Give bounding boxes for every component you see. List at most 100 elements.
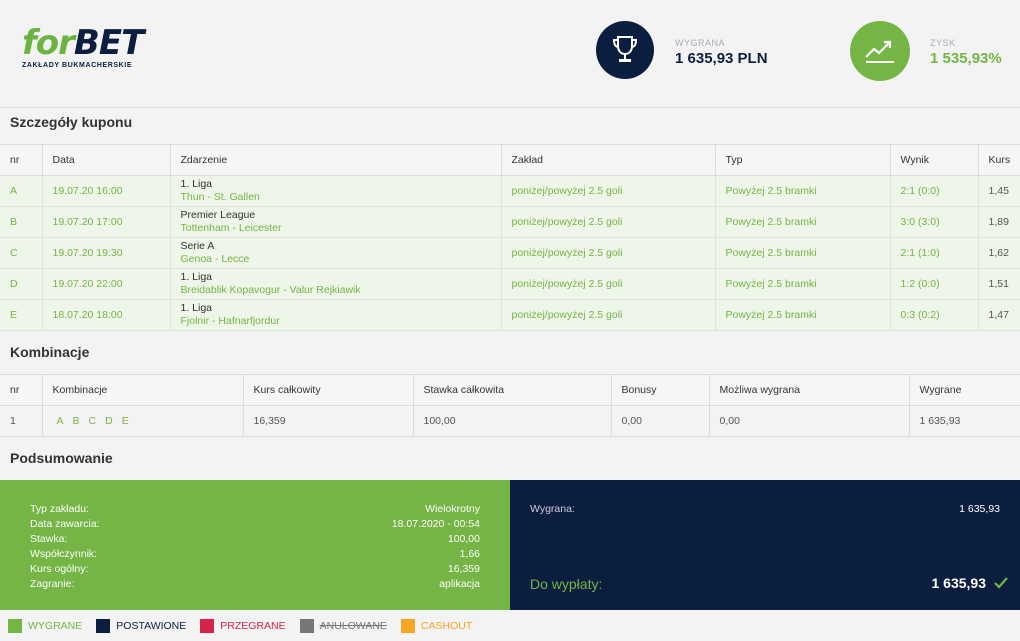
row-bet: poniżej/powyżej 2.5 goli [501, 299, 716, 331]
coupon-header-row: nr Data Zdarzenie Zakład Typ Wynik Kurs [0, 144, 1020, 176]
legend-swatch [299, 618, 314, 633]
legend-placed: POSTAWIONE [96, 618, 186, 633]
comb-letter: D [105, 415, 113, 427]
header: forBET ZAKŁADY BUKMACHERSKIE WYGRANA 1 6… [0, 0, 1020, 108]
legend-lost: PRZEGRANE [200, 618, 286, 633]
row-result: 0:3 (0:2) [890, 299, 979, 331]
summary-value: Wielokrotny [425, 503, 480, 515]
combinations-table: nr Kombinacje Kurs całkowity Stawka całk… [0, 374, 1020, 437]
table-row: A 19.07.20 16:00 1. Liga Thun - St. Galle… [0, 175, 1020, 207]
trophy-icon [596, 21, 654, 79]
comb-nr: 1 [0, 405, 43, 437]
row-date: 18.07.20 18:00 [42, 299, 171, 331]
row-odds: 1,51 [978, 268, 1020, 300]
event-league: Premier League [180, 209, 256, 221]
summary-label: Stawka: [30, 533, 68, 545]
profit-label: ZYSK [930, 38, 956, 48]
comb-letter: A [56, 415, 64, 427]
payout-label: Do wypłaty: [530, 576, 603, 592]
summary-row: Data zawarcia: 18.07.2020 - 00:54 [30, 517, 480, 532]
row-nr: D [0, 268, 43, 300]
coupon-table: nr Data Zdarzenie Zakład Typ Wynik Kurs … [0, 144, 1020, 331]
event-league: 1. Liga [180, 178, 213, 190]
col-nr: nr [0, 144, 43, 176]
row-date: 19.07.20 17:00 [42, 206, 171, 238]
comb-letter: E [121, 415, 129, 427]
event-teams[interactable]: Fjolnir - Hafnarfjordur [181, 315, 501, 328]
row-bet: poniżej/powyżej 2.5 goli [501, 237, 716, 269]
summary-title: Podsumowanie [10, 450, 113, 466]
summary-row: Stawka: 100,00 [30, 532, 480, 547]
table-row: D 19.07.20 22:00 1. Liga Breidablik Kopav… [0, 268, 1020, 300]
table-row: C 19.07.20 19:30 Serie A Genoa - Lecce po… [0, 237, 1020, 269]
col-nr: nr [0, 374, 43, 406]
row-event: 1. Liga Breidablik Kopavogur - Valur Rejk… [170, 268, 502, 300]
legend-swatch [400, 618, 415, 633]
event-teams[interactable]: Tottenham - Leicester [181, 222, 501, 235]
legend-label: CASHOUT [420, 619, 473, 632]
row-odds: 1,62 [978, 237, 1020, 269]
comb-letter: C [88, 415, 97, 427]
row-type: Powyżej 2.5 bramki [715, 206, 891, 238]
legend-swatch [8, 618, 22, 633]
legend-label: WYGRANE [28, 619, 83, 632]
row-result: 2:1 (0:0) [890, 175, 979, 207]
summary-value: aplikacja [439, 578, 480, 590]
legend-won: WYGRANE [8, 618, 83, 633]
payout-value: 1 635,93 [931, 575, 987, 591]
event-league: 1. Liga [180, 302, 213, 314]
trend-up-icon [850, 21, 910, 81]
col-event: Zdarzenie [170, 144, 502, 176]
row-result: 1:2 (0:0) [890, 268, 979, 300]
row-nr: A [0, 175, 43, 207]
summary-details: Typ zakładu: Wielokrotny Data zawarcia: 18… [0, 480, 510, 610]
summary-row: Zagranie: aplikacja [30, 577, 480, 592]
summary-value: 16,359 [447, 563, 480, 575]
coupon-title: Szczegóły kuponu [10, 114, 133, 130]
legend-label: PRZEGRANE [220, 619, 286, 632]
row-nr: C [0, 237, 43, 269]
col-total-odds: Kurs całkowity [243, 374, 414, 406]
comb-won: 1 635,93 [909, 405, 1020, 437]
event-teams[interactable]: Breidablik Kopavogur - Valur Rejkiawik [181, 284, 501, 297]
legend-swatch [200, 618, 215, 633]
event-teams[interactable]: Genoa - Lecce [181, 253, 501, 266]
legend-label: ANULOWANE [319, 619, 387, 632]
row-nr: E [0, 299, 43, 331]
summary-label: Data zawarcia: [30, 518, 100, 530]
brand-name: forBET [22, 23, 144, 63]
summary-label: Zagranie: [30, 578, 75, 590]
row-nr: B [0, 206, 43, 238]
summary-value: 18.07.2020 - 00:54 [391, 518, 480, 530]
table-row: 1 ABCDE 16,359 100,00 0,00 0,00 1 635,93 [0, 405, 1020, 437]
col-odds: Kurs [978, 144, 1020, 176]
row-odds: 1,89 [978, 206, 1020, 238]
event-teams[interactable]: Thun - St. Gallen [181, 191, 501, 204]
row-event: 1. Liga Fjolnir - Hafnarfjordur [170, 299, 502, 331]
col-type: Typ [715, 144, 891, 176]
row-type: Powyżej 2.5 bramki [715, 268, 891, 300]
comb-possible-win: 0,00 [709, 405, 910, 437]
row-date: 19.07.20 22:00 [42, 268, 171, 300]
row-event: Premier League Tottenham - Leicester [170, 206, 502, 238]
row-type: Powyżej 2.5 bramki [715, 299, 891, 331]
summary-win-value: 1 635,93 [959, 503, 1000, 515]
summary-label: Współczynnik: [30, 548, 98, 560]
col-combination: Kombinacje [42, 374, 244, 406]
row-event: 1. Liga Thun - St. Gallen [170, 175, 502, 207]
summary-label: Kurs ogólny: [30, 563, 89, 575]
comb-bonus: 0,00 [611, 405, 710, 437]
col-result: Wynik [890, 144, 979, 176]
payout-panel: Wygrana: 1 635,93 Do wypłaty: 1 635,93 [510, 480, 1020, 610]
combinations-title: Kombinacje [10, 344, 90, 360]
comb-total-stake: 100,00 [413, 405, 612, 437]
col-bet: Zakład [501, 144, 716, 176]
table-row: B 19.07.20 17:00 Premier League Tottenham… [0, 206, 1020, 238]
summary-row: Kurs ogólny: 16,359 [30, 562, 480, 577]
win-value: 1 635,93 PLN [675, 50, 768, 67]
brand-logo[interactable]: forBET ZAKŁADY BUKMACHERSKIE [22, 26, 152, 72]
event-league: 1. Liga [180, 271, 213, 283]
row-type: Powyżej 2.5 bramki [715, 175, 891, 207]
row-result: 2:1 (1:0) [890, 237, 979, 269]
row-bet: poniżej/powyżej 2.5 goli [501, 268, 716, 300]
